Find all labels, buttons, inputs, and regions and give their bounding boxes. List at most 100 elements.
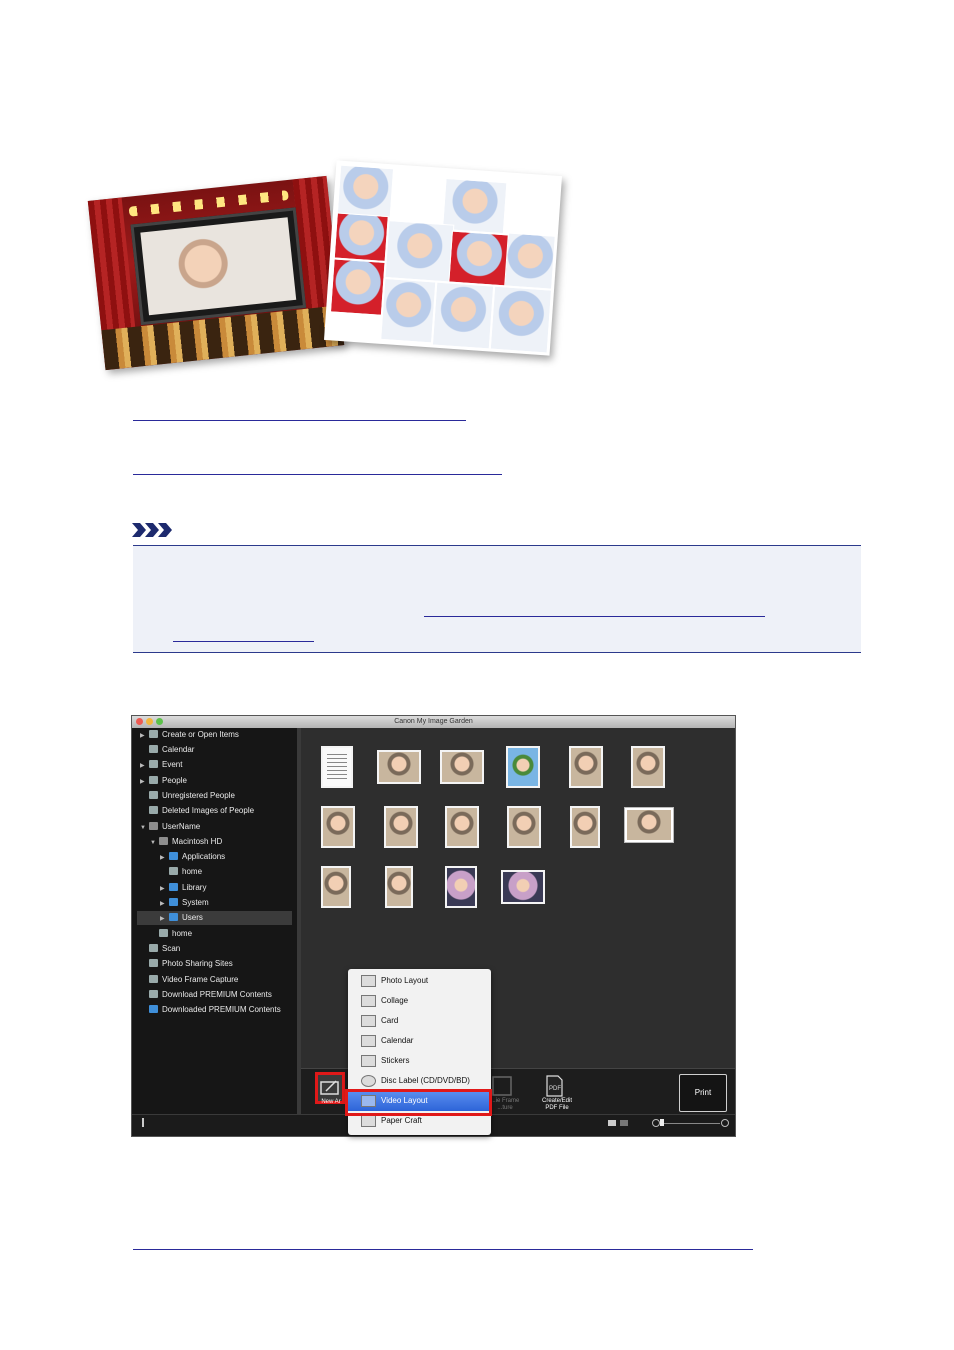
sidebar-item-calendar[interactable]: Calendar <box>140 743 194 757</box>
thumbnail-view-icon[interactable] <box>608 1120 616 1126</box>
collage-photo <box>431 281 495 350</box>
folder-icon <box>169 898 178 906</box>
sidebar-item-label: Scan <box>162 944 181 953</box>
sidebar-item-unregistered-people[interactable]: Unregistered People <box>140 789 235 803</box>
menu-item-collage[interactable]: Collage <box>348 991 491 1011</box>
image-thumbnail[interactable] <box>631 746 665 788</box>
sidebar-item-system[interactable]: ▶ System <box>160 896 209 910</box>
sidebar-item-label: Unregistered People <box>162 791 235 800</box>
image-thumbnail[interactable] <box>445 806 479 848</box>
sidebar-item-download-premium-contents[interactable]: Download PREMIUM Contents <box>140 988 272 1002</box>
folder-icon <box>169 852 178 860</box>
link-underline[interactable] <box>424 616 765 617</box>
zoom-slider-handle[interactable] <box>660 1119 664 1126</box>
calendar-icon <box>361 1035 376 1047</box>
sidebar-item-label: home <box>182 867 203 876</box>
disclosure-arrow-icon[interactable]: ▶ <box>160 882 169 896</box>
event-icon <box>149 760 158 768</box>
menu-item-label: Photo Layout <box>381 976 429 985</box>
image-thumbnail[interactable] <box>385 866 413 908</box>
disclosure-arrow-icon[interactable]: ▶ <box>160 897 169 911</box>
image-thumbnail[interactable] <box>440 750 484 784</box>
menu-item-photo-layout[interactable]: Photo Layout <box>348 971 491 991</box>
image-thumbnail[interactable] <box>321 806 355 848</box>
person-icon <box>149 806 158 814</box>
disclosure-arrow-icon[interactable]: ▶ <box>140 775 149 789</box>
zoom-in-icon[interactable] <box>721 1119 729 1127</box>
sidebar-item-label: Photo Sharing Sites <box>162 959 233 968</box>
home-icon <box>169 867 178 875</box>
image-thumbnail[interactable] <box>445 866 477 908</box>
sidebar-item-users[interactable]: ▶ Users <box>137 911 292 925</box>
zoom-slider[interactable] <box>662 1123 720 1124</box>
print-button[interactable]: Print <box>679 1074 727 1112</box>
sidebar-item-home[interactable]: home <box>150 927 192 941</box>
sidebar-item-applications[interactable]: ▶ Applications <box>160 850 225 864</box>
image-thumbnail-selected[interactable] <box>625 808 673 842</box>
menu-item-label: Disc Label (CD/DVD/BD) <box>381 1076 470 1085</box>
sidebar-item-event[interactable]: ▶ Event <box>140 758 182 772</box>
image-thumbnail[interactable] <box>321 866 351 908</box>
sidebar-item-home[interactable]: home <box>160 865 202 879</box>
image-thumbnail[interactable] <box>570 806 600 848</box>
pdf-icon[interactable]: PDF <box>541 1074 567 1098</box>
disclosure-arrow-icon[interactable]: ▼ <box>150 836 159 850</box>
sidebar-item-deleted-images-of-people[interactable]: Deleted Images of People <box>140 804 254 818</box>
disclosure-arrow-icon[interactable]: ▶ <box>160 912 169 926</box>
image-thumbnail[interactable] <box>507 806 541 848</box>
sidebar-item-scan[interactable]: Scan <box>140 942 180 956</box>
sidebar-item-username[interactable]: ▼ UserName <box>140 820 200 834</box>
sidebar-item-label: Create or Open Items <box>162 730 239 739</box>
calendar-icon <box>149 745 158 753</box>
collage-photo <box>336 164 395 219</box>
sidebar-item-label: Deleted Images of People <box>162 806 255 815</box>
collage-icon <box>361 995 376 1007</box>
sidebar-item-label: Applications <box>182 852 226 861</box>
sidebar-item-video-frame-capture[interactable]: Video Frame Capture <box>140 973 238 987</box>
sidebar-item-downloaded-premium-contents[interactable]: Downloaded PREMIUM Contents <box>140 1003 281 1017</box>
image-thumbnail[interactable] <box>506 746 540 788</box>
create-items-icon <box>149 730 158 738</box>
image-thumbnail[interactable] <box>384 806 418 848</box>
detail-view-icon[interactable] <box>620 1120 628 1126</box>
zoom-out-icon[interactable] <box>652 1119 660 1127</box>
menu-item-card[interactable]: Card <box>348 1011 491 1031</box>
create-edit-pdf-label[interactable]: Create/Edit PDF File <box>535 1098 579 1112</box>
disclosure-arrow-icon[interactable]: ▶ <box>140 759 149 773</box>
sidebar-item-label: Video Frame Capture <box>162 975 239 984</box>
link-underline[interactable] <box>133 1249 753 1250</box>
link-underline[interactable] <box>173 641 314 642</box>
video-frame-capture-label[interactable]: ...ie Frame ...ture <box>487 1098 523 1112</box>
sidebar-item-library[interactable]: ▶ Library <box>160 881 206 895</box>
computer-icon <box>149 822 158 830</box>
image-thumbnail[interactable] <box>569 746 603 788</box>
menu-item-stickers[interactable]: Stickers <box>348 1051 491 1071</box>
new-art-label: New Ar <box>321 1099 341 1105</box>
note-rule-bottom <box>133 652 861 653</box>
sidebar-item-label: Users <box>182 913 203 922</box>
sidebar-item-people[interactable]: ▶ People <box>140 774 187 788</box>
menu-item-disc-label[interactable]: Disc Label (CD/DVD/BD) <box>348 1071 491 1091</box>
sidebar-item-label: Event <box>162 760 183 769</box>
item-thumbnail[interactable] <box>321 746 353 788</box>
scan-icon <box>149 944 158 952</box>
disclosure-arrow-icon[interactable]: ▶ <box>140 729 149 743</box>
item-thumbnail[interactable] <box>377 750 421 784</box>
sidebar-item-photo-sharing-sites[interactable]: Photo Sharing Sites <box>140 957 233 971</box>
disclosure-arrow-icon[interactable]: ▼ <box>140 821 149 835</box>
video-frame-capture-icon <box>492 1076 512 1096</box>
link-underline[interactable] <box>133 420 466 421</box>
menu-item-calendar[interactable]: Calendar <box>348 1031 491 1051</box>
collage-photo <box>384 220 455 283</box>
menu-item-label: Calendar <box>381 1036 414 1045</box>
disc-icon <box>361 1075 376 1087</box>
collage-photo <box>504 232 556 290</box>
sidebar-item-create-or-open-items[interactable]: ▶ Create or Open Items <box>140 728 239 742</box>
info-icon[interactable] <box>142 1118 144 1127</box>
image-thumbnail[interactable] <box>501 870 545 904</box>
person-icon <box>149 776 158 784</box>
window-title: Canon My Image Garden <box>394 718 473 725</box>
disclosure-arrow-icon[interactable]: ▶ <box>160 851 169 865</box>
sidebar-item-macintosh-hd[interactable]: ▼ Macintosh HD <box>150 835 222 849</box>
link-underline[interactable] <box>133 474 502 475</box>
